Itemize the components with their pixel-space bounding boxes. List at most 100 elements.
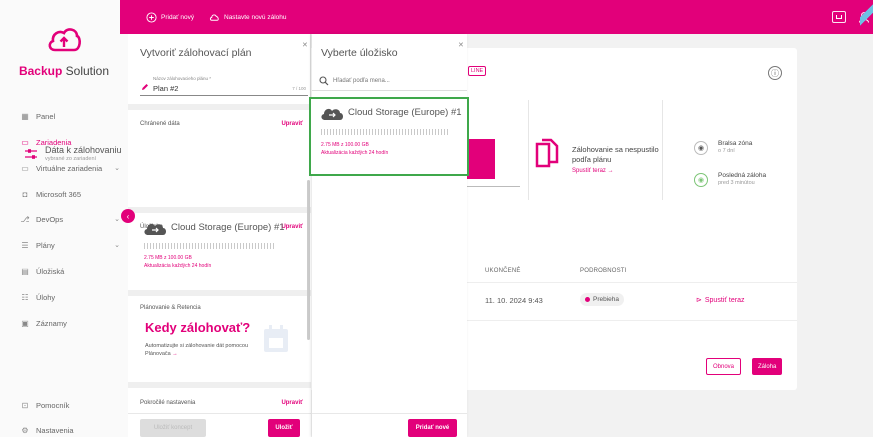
monitor-icon: ▭ [21,163,29,173]
stat-title: Posledná záloha [718,172,767,179]
status-dot-icon [585,297,590,302]
cloud-settings-icon [209,13,219,21]
office-icon: ◘ [22,189,28,199]
sidebar-item-storages[interactable]: ▤ Úložiská [20,264,120,278]
stat-subtitle: pred 3 minútou [718,180,755,186]
grid-icon: ▦ [21,111,29,121]
log-icon: ▣ [21,318,29,328]
divider [662,100,663,200]
sidebar-item-microsoft-365[interactable]: ◘ Microsoft 365 [20,187,120,201]
gear-icon: ⚙ [21,425,29,435]
stat-subtitle: o 7 dní [718,148,735,154]
schedule-description[interactable]: Automatizujte si zálohovanie dát pomocou… [145,342,255,358]
collapse-sidebar-button[interactable]: ‹ [121,209,135,223]
storage-icon: ▤ [21,266,29,276]
info-icon[interactable]: ⓘ [768,66,782,80]
sidebar-item-devops[interactable]: ⎇ DevOps ⌄ [20,212,120,226]
sidebar-item-label: Plány [36,240,55,250]
schedule-description-text: Automatizujte si zálohovanie dát pomocou… [145,343,249,357]
edit-protected-data-link[interactable]: Upraviť [281,121,303,127]
divider [528,100,529,200]
panel-title: Vyberte úložisko [321,47,398,59]
sidebar-item-label: Pomocník [36,400,70,410]
storage-name: Cloud Storage (Europe) #1 [171,222,285,233]
sidebar-item-label: Panel [36,111,56,121]
sidebar: Backup Solution ▦ Panel ▭ Zariadenia ▭ Virt… [0,0,128,437]
run-now-link[interactable]: Spustiť teraz → [572,168,614,174]
chevron-left-icon: ‹ [126,211,130,221]
pencil-icon [142,84,148,90]
add-new-storage-button[interactable]: Pridať nové [408,419,457,437]
help-icon: ⊡ [21,400,29,410]
device-illustration [465,139,495,179]
plan-name-value: Plan #2 [153,84,179,93]
save-draft-button[interactable]: Uložiť koncept [140,419,206,437]
advanced-section: Pokročilé nastavenia Upraviť [128,382,311,417]
sidebar-item-help[interactable]: ⊡ Pomocník [20,398,120,412]
top-bar: Pridať nový Nastavte novú zálohu [120,0,873,34]
protected-data-section: Chránené dáta Upraviť [128,104,311,207]
save-button[interactable]: Uložiť [268,419,300,437]
sidebar-item-panel[interactable]: ▦ Panel [20,109,120,123]
divider [467,282,797,283]
sidebar-item-label: Úlohy [36,292,56,302]
play-circle-icon: ⊳ [696,297,702,304]
section-label: Pokročilé nastavenia [140,400,196,406]
chevron-down-icon: ⌄ [114,165,120,172]
add-new-button[interactable]: Pridať nový [146,0,194,34]
storage-update: Aktualizácia každých 24 hodín [321,150,389,156]
chevron-down-icon: ⌄ [114,216,120,223]
sidebar-item-logs[interactable]: ▣ Záznamy [20,316,120,330]
status-label: Prebieha [593,296,620,303]
copy-warning-icon [535,138,559,168]
sidebar-item-virtual-devices[interactable]: ▭ Virtuálne zariadenia ⌄ [20,161,120,175]
edit-storage-link[interactable]: Upraviť [281,224,303,230]
arrow-right-icon: → [172,351,178,357]
check-shield-icon: ◉ [694,173,708,187]
column-header-finished: UKONČENÉ [485,268,521,274]
search-input: Hľadať podľa mena... [333,78,390,84]
refresh-button[interactable]: Obnova [706,358,742,375]
plan-name-field[interactable]: Názov zálohovacieho plánu * Plan #2 7 / … [140,74,308,96]
sidebar-item-label: Úložiská [36,266,65,276]
section-label: Chránené dáta [140,121,180,127]
branch-icon: ⎇ [20,214,30,224]
finished-date: 11. 10. 2024 9:43 [485,296,543,305]
backup-button[interactable]: Záloha [752,358,783,375]
storage-usage-bar [321,129,449,135]
set-backup-label: Nastavte novú zálohu [224,13,287,21]
section-label: Plánovanie & Retencia [140,305,201,311]
close-icon[interactable]: ✕ [302,41,308,49]
list-icon: ☰ [21,240,29,250]
char-counter: 7 / 100 [292,86,306,91]
sidebar-item-plans[interactable]: ☰ Plány ⌄ [20,238,120,252]
divider [467,320,797,321]
cloud-storage-icon [144,223,166,235]
storage-option-card[interactable]: Cloud Storage (Europe) #1 2.75 MB z 100.… [309,97,469,176]
run-now-label: Spustiť teraz [704,296,745,304]
stat-title: Bralsa zóna [718,140,753,147]
storage-usage-bar [144,243,276,249]
set-backup-button[interactable]: Nastavte novú zálohu [209,0,287,34]
storage-name: Cloud Storage (Europe) #1 [348,107,462,118]
sidebar-item-label: Microsoft 365 [36,189,82,199]
search-icon [319,76,329,86]
add-new-label: Pridať nový [161,13,195,21]
devices-icon: ▭ [21,137,29,147]
scrollbar[interactable] [307,180,310,340]
edit-advanced-link[interactable]: Upraviť [281,400,303,406]
tasks-icon: ☷ [21,292,29,302]
sidebar-item-tasks[interactable]: ☷ Úlohy [20,290,120,304]
run-now-button[interactable]: ⊳ Spustiť teraz [696,296,745,305]
schedule-title: Kedy zálohovať? [145,320,251,335]
backup-failed-text: Zálohovanie sa nespustilo podľa plánu [572,145,659,164]
storage-update: Aktualizácia každých 24 hodín [144,263,212,269]
cloud-storage-icon [321,108,343,120]
sidebar-item-settings[interactable]: ⚙ Nastavenia [20,423,120,437]
close-icon[interactable]: ✕ [458,41,464,49]
sidebar-item-label: DevOps [36,214,64,224]
search-field[interactable]: Hľadať podľa mena... [312,72,467,91]
notifications-icon[interactable] [832,11,846,23]
calendar-icon [264,325,288,352]
brand-name: Backup Solution [18,64,110,78]
